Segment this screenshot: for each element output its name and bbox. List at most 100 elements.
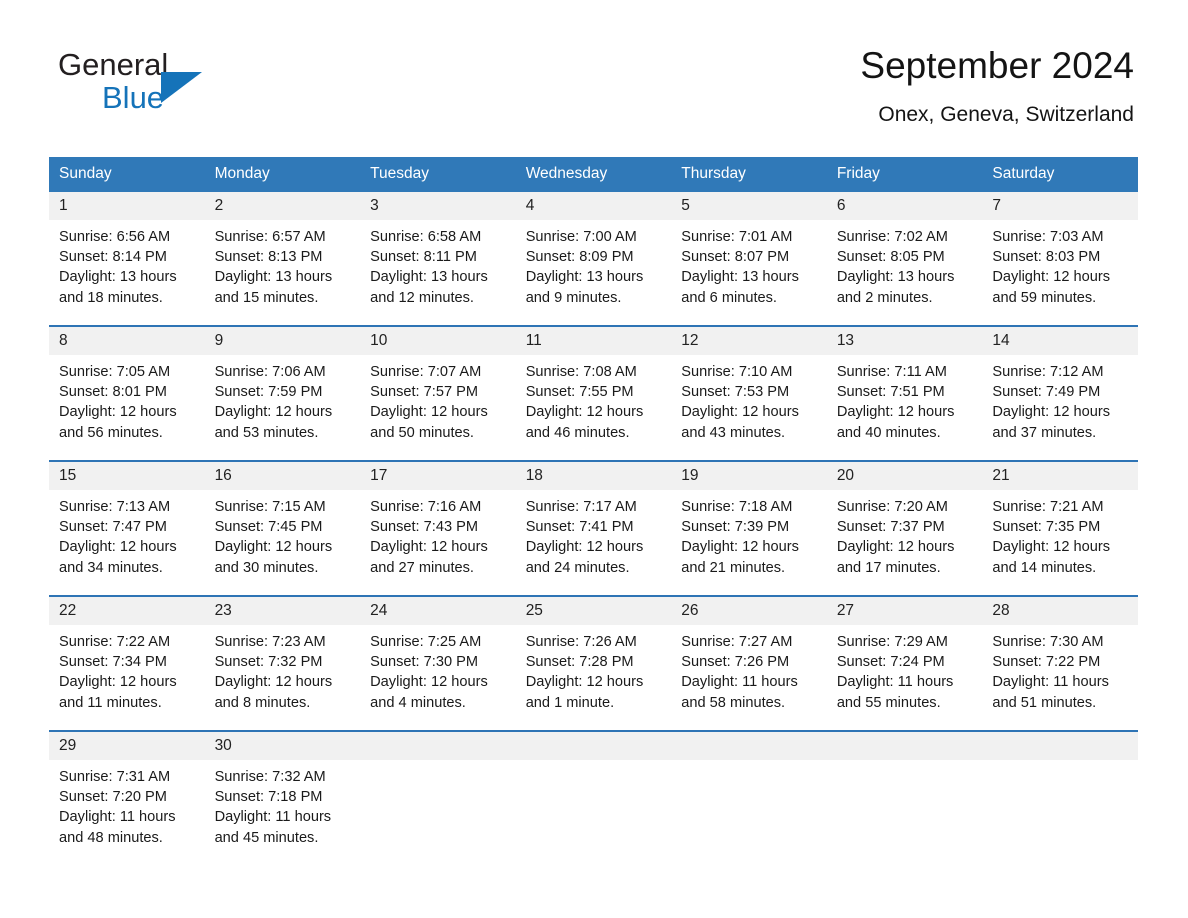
calendar-day-cell[interactable]: 20 Sunrise: 7:20 AM Sunset: 7:37 PM Dayligh… [826,460,983,578]
day-details: Sunrise: 7:22 AM Sunset: 7:34 PM Daylight:… [49,625,205,713]
calendar-day-cell[interactable]: 25 Sunrise: 7:26 AM Sunset: 7:28 PM Dayligh… [515,595,672,713]
sunset-text: Sunset: 7:28 PM [525,654,634,671]
day-number: 9 [204,327,361,355]
weekday-header-wednesday: Wednesday [515,157,672,192]
sunrise-text: Sunrise: 7:00 AM [525,229,637,245]
calendar-day-cell[interactable]: 21 Sunrise: 7:21 AM Sunset: 7:35 PM Dayligh… [982,460,1138,578]
calendar-day-cell[interactable]: 8 Sunrise: 7:05 AM Sunset: 8:01 PM Daylight… [49,325,205,443]
daylight-text: Daylight: 12 hours and 14 minutes. [992,539,1111,576]
calendar-day-cell[interactable]: 16 Sunrise: 7:15 AM Sunset: 7:45 PM Dayligh… [204,460,361,577]
day-number: 19 [671,462,827,490]
calendar-day-cell[interactable]: 28 Sunrise: 7:30 AM Sunset: 7:22 PM Dayligh… [982,595,1138,712]
sunrise-text: Sunrise: 7:06 AM [214,364,326,380]
calendar-week-row: 1 Sunrise: 6:56 AM Sunset: 8:14 PM Daylight… [49,192,1138,307]
sunset-text: Sunset: 7:53 PM [681,384,790,401]
daylight-text: Daylight: 13 hours and 9 minutes. [525,269,644,306]
calendar-week-row: 22 Sunrise: 7:22 AM Sunset: 7:34 PM Dayligh… [49,595,1138,713]
calendar-day-cell[interactable]: 11 Sunrise: 7:08 AM Sunset: 7:55 PM Dayligh… [515,325,672,443]
sunrise-text: Sunrise: 6:56 AM [59,229,171,245]
calendar-day-cell[interactable]: 26 Sunrise: 7:27 AM Sunset: 7:26 PM Dayligh… [671,595,827,713]
calendar-day-cell[interactable]: 17 Sunrise: 7:16 AM Sunset: 7:43 PM Dayligh… [360,460,516,577]
sunset-text: Sunset: 7:32 PM [214,654,323,671]
day-details: Sunrise: 7:21 AM Sunset: 7:35 PM Daylight:… [982,490,1138,578]
calendar-day-cell[interactable]: 27 Sunrise: 7:29 AM Sunset: 7:24 PM Dayligh… [826,595,983,712]
day-details: Sunrise: 7:20 AM Sunset: 7:37 PM Daylight:… [827,490,983,578]
calendar-day-cell[interactable]: 18 Sunrise: 7:17 AM Sunset: 7:41 PM Dayligh… [515,460,672,577]
sunset-text: Sunset: 8:14 PM [59,249,167,266]
week-spacer [49,442,1138,461]
daylight-text: Daylight: 13 hours and 12 minutes. [370,269,488,306]
day-number [982,732,1138,760]
daylight-text: Daylight: 12 hours and 11 minutes. [59,674,177,711]
page-header: General Blue September 2024 Onex, Geneva… [0,0,1188,126]
calendar-day-cell[interactable]: 14 Sunrise: 7:12 AM Sunset: 7:49 PM Dayligh… [982,325,1138,442]
calendar-day-cell[interactable]: 3 Sunrise: 6:58 AM Sunset: 8:11 PM Daylight… [360,192,516,307]
calendar-day-cell[interactable]: 15 Sunrise: 7:13 AM Sunset: 7:47 PM Dayligh… [49,460,205,577]
sunrise-text: Sunrise: 7:31 AM [59,769,171,785]
calendar-day-cell[interactable]: 1 Sunrise: 6:56 AM Sunset: 8:14 PM Daylight… [49,192,205,307]
sunset-text: Sunset: 8:07 PM [681,249,790,266]
weekday-header-sunday: Sunday [49,157,205,192]
calendar-day-cell[interactable]: 29 Sunrise: 7:31 AM Sunset: 7:20 PM Dayligh… [49,730,205,847]
calendar-day-cell[interactable]: 4 Sunrise: 7:00 AM Sunset: 8:09 PM Daylight… [515,192,672,307]
calendar-day-cell[interactable]: 12 Sunrise: 7:10 AM Sunset: 7:53 PM Dayligh… [671,325,827,442]
calendar-day-cell[interactable]: 7 Sunrise: 7:03 AM Sunset: 8:03 PM Daylight… [982,192,1138,307]
calendar-day-cell[interactable]: 6 Sunrise: 7:02 AM Sunset: 8:05 PM Daylight… [826,192,983,307]
sunset-text: Sunset: 7:34 PM [59,654,167,671]
sunrise-text: Sunrise: 7:15 AM [214,499,326,515]
sunrise-text: Sunrise: 7:27 AM [681,634,793,650]
day-details: Sunrise: 7:05 AM Sunset: 8:01 PM Daylight:… [49,355,205,443]
daylight-text: Daylight: 11 hours and 55 minutes. [836,674,954,711]
sunset-text: Sunset: 7:49 PM [992,384,1101,401]
day-details: Sunrise: 6:58 AM Sunset: 8:11 PM Daylight:… [360,220,516,308]
day-details: Sunrise: 7:18 AM Sunset: 7:39 PM Daylight:… [671,490,827,578]
sunrise-text: Sunrise: 7:11 AM [836,364,947,380]
day-number: 25 [515,597,672,625]
daylight-text: Daylight: 11 hours and 48 minutes. [59,809,176,846]
calendar-day-cell[interactable]: 30 Sunrise: 7:32 AM Sunset: 7:18 PM Dayligh… [204,730,361,847]
calendar-day-cell[interactable]: 23 Sunrise: 7:23 AM Sunset: 7:32 PM Dayligh… [204,595,361,713]
sunset-text: Sunset: 7:41 PM [525,519,634,536]
logo-text-general: General [58,47,169,82]
day-number: 6 [826,192,983,220]
sunset-text: Sunset: 7:43 PM [370,519,479,536]
sunrise-text: Sunrise: 7:10 AM [681,364,793,380]
calendar-header-row: Sunday Monday Tuesday Wednesday Thursday… [49,157,1138,192]
calendar-day-cell[interactable]: 24 Sunrise: 7:25 AM Sunset: 7:30 PM Dayligh… [360,595,516,712]
day-details: Sunrise: 7:27 AM Sunset: 7:26 PM Daylight:… [671,625,827,713]
sunrise-text: Sunrise: 7:17 AM [525,499,637,515]
daylight-text: Daylight: 11 hours and 51 minutes. [992,674,1109,711]
day-number [826,732,983,760]
sunset-text: Sunset: 7:24 PM [836,654,945,671]
day-details: Sunrise: 7:08 AM Sunset: 7:55 PM Daylight:… [516,355,672,443]
day-number: 5 [671,192,827,220]
calendar-day-cell[interactable]: 22 Sunrise: 7:22 AM Sunset: 7:34 PM Dayligh… [49,595,205,713]
calendar-day-cell[interactable]: 10 Sunrise: 7:07 AM Sunset: 7:57 PM Dayligh… [360,325,516,442]
sunrise-text: Sunrise: 7:26 AM [525,634,637,650]
daylight-text: Daylight: 11 hours and 45 minutes. [214,809,332,846]
sunset-text: Sunset: 8:03 PM [992,249,1101,266]
day-number: 10 [360,327,516,355]
calendar-day-cell[interactable]: 9 Sunrise: 7:06 AM Sunset: 7:59 PM Daylight… [204,325,361,442]
day-details: Sunrise: 7:23 AM Sunset: 7:32 PM Daylight:… [205,625,361,713]
day-number: 28 [982,597,1138,625]
triangle-icon [160,70,206,104]
calendar-day-cell[interactable]: 2 Sunrise: 6:57 AM Sunset: 8:13 PM Daylight… [204,192,361,307]
weekday-header-saturday: Saturday [982,157,1138,192]
page-title: September 2024 [860,45,1134,86]
sunrise-text: Sunrise: 7:23 AM [214,634,326,650]
day-number: 7 [982,192,1138,220]
day-details: Sunrise: 7:26 AM Sunset: 7:28 PM Daylight:… [516,625,672,713]
day-number: 13 [826,327,983,355]
sunrise-text: Sunrise: 7:21 AM [992,499,1104,515]
calendar-day-cell[interactable]: 5 Sunrise: 7:01 AM Sunset: 8:07 PM Daylight… [671,192,827,307]
calendar-day-cell[interactable]: 19 Sunrise: 7:18 AM Sunset: 7:39 PM Dayligh… [671,460,827,578]
daylight-text: Daylight: 12 hours and 43 minutes. [681,404,799,441]
sunset-text: Sunset: 7:30 PM [370,654,479,671]
daylight-text: Daylight: 13 hours and 18 minutes. [59,269,177,306]
calendar-empty-cell [826,730,983,847]
day-details: Sunrise: 6:56 AM Sunset: 8:14 PM Daylight:… [49,220,205,308]
week-spacer-cell [49,442,1138,461]
calendar-page: General Blue September 2024 Onex, Geneva… [0,0,1188,918]
calendar-day-cell[interactable]: 13 Sunrise: 7:11 AM Sunset: 7:51 PM Dayligh… [826,325,983,442]
